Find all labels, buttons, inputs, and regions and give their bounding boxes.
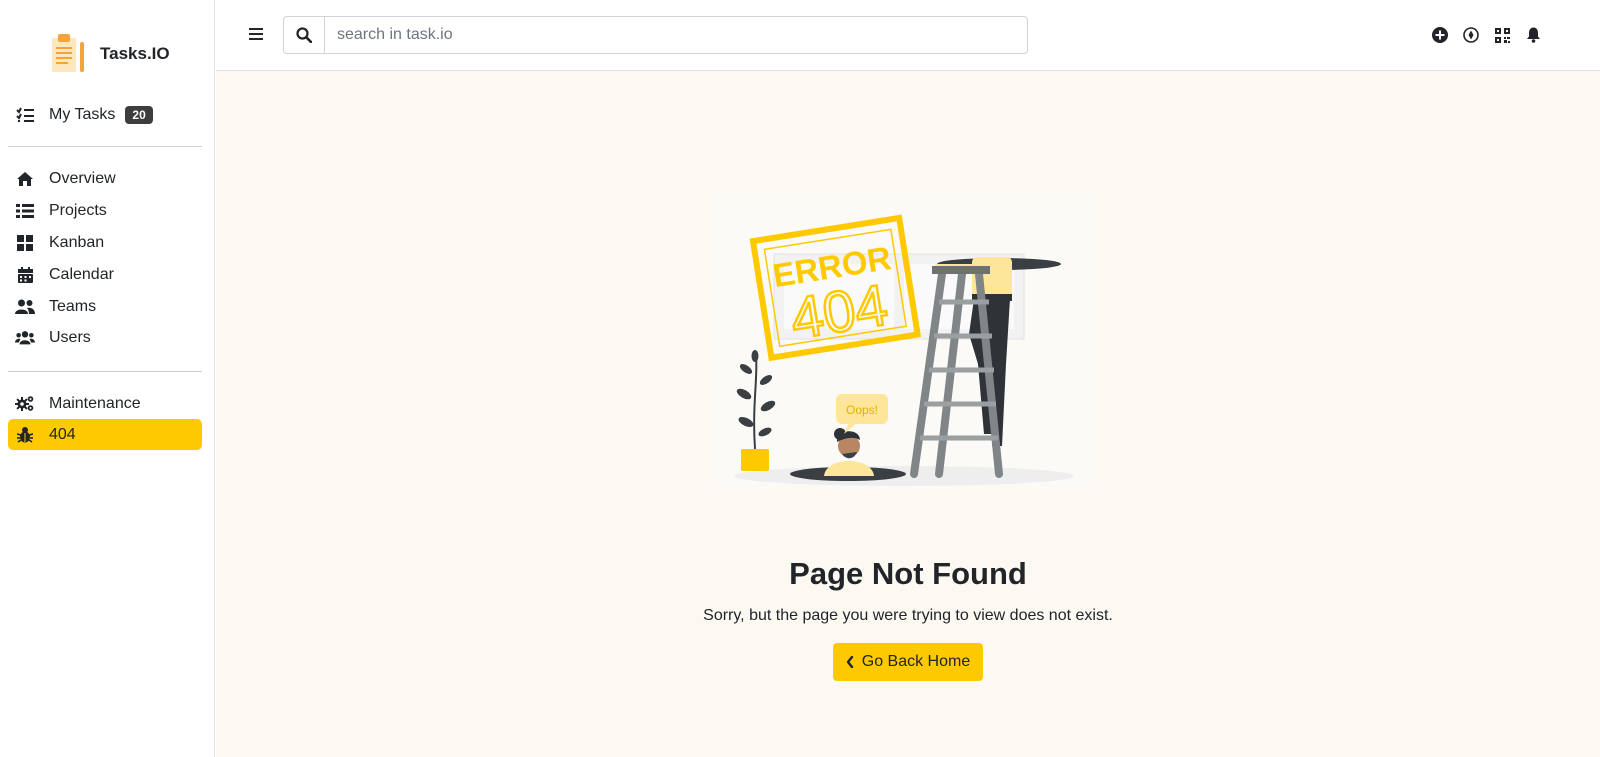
brand-logo[interactable]: Tasks.IO	[48, 30, 170, 78]
search-input[interactable]	[325, 17, 1027, 53]
go-back-home-button[interactable]: Go Back Home	[833, 643, 983, 681]
sidebar-item-404[interactable]: 404	[8, 419, 202, 450]
search-icon	[296, 27, 312, 43]
sidebar-item-label: Maintenance	[49, 394, 141, 412]
sidebar-item-label: Calendar	[49, 265, 114, 283]
task-count-badge: 20	[125, 105, 153, 124]
gears-icon	[15, 394, 35, 414]
clipboard-logo-icon	[52, 34, 84, 72]
sidebar: Tasks.IO My Tasks 20 Overview Projects K…	[0, 0, 215, 757]
main-content: ERROR 404 Oops! Page Not Found Sorry, bu…	[216, 71, 1600, 757]
button-label: Go Back Home	[861, 653, 971, 670]
sidebar-item-projects[interactable]: Projects	[8, 195, 202, 226]
sidebar-divider	[8, 146, 202, 147]
user-group-icon	[15, 328, 35, 348]
search-bar	[283, 16, 1028, 54]
sidebar-item-overview[interactable]: Overview	[8, 163, 202, 194]
brand-name: Tasks.IO	[100, 44, 170, 63]
sidebar-item-label: Kanban	[49, 233, 105, 251]
sidebar-item-my-tasks[interactable]: My Tasks 20	[8, 99, 202, 130]
grid-icon	[15, 233, 35, 253]
list-icon	[15, 201, 35, 221]
compass-icon[interactable]	[1462, 26, 1480, 44]
sidebar-item-teams[interactable]: Teams	[8, 291, 202, 322]
search-button[interactable]	[284, 17, 325, 53]
sidebar-item-label: 404	[49, 425, 76, 443]
qrcode-icon[interactable]	[1493, 26, 1511, 44]
topbar-icon-group	[1431, 26, 1542, 44]
bell-icon[interactable]	[1524, 26, 1542, 44]
users-icon	[15, 297, 35, 317]
sidebar-item-label: Projects	[49, 201, 107, 219]
sidebar-item-label: Teams	[49, 297, 97, 315]
plus-circle-icon[interactable]	[1431, 26, 1449, 44]
home-icon	[15, 169, 35, 189]
sidebar-item-label: Users	[49, 328, 91, 346]
hamburger-icon	[249, 28, 263, 40]
chevron-left-icon	[846, 656, 853, 668]
bug-icon	[15, 425, 35, 445]
page-title: Page Not Found	[789, 556, 1027, 591]
sidebar-item-kanban[interactable]: Kanban	[8, 227, 202, 258]
oops-bubble-text: Oops!	[846, 403, 878, 417]
sidebar-item-users[interactable]: Users	[8, 322, 202, 353]
error-message: Sorry, but the page you were trying to v…	[703, 607, 1113, 624]
calendar-icon	[15, 265, 35, 285]
sidebar-item-calendar[interactable]: Calendar	[8, 259, 202, 290]
menu-toggle-button[interactable]	[246, 24, 266, 44]
topbar	[216, 0, 1600, 71]
error-404-illustration: ERROR 404 Oops!	[714, 194, 1094, 489]
sidebar-item-label: Overview	[49, 169, 116, 187]
sidebar-item-label: My Tasks	[49, 105, 116, 123]
sidebar-divider	[8, 371, 202, 372]
sidebar-item-maintenance[interactable]: Maintenance	[8, 388, 202, 419]
checklist-icon	[15, 105, 35, 125]
